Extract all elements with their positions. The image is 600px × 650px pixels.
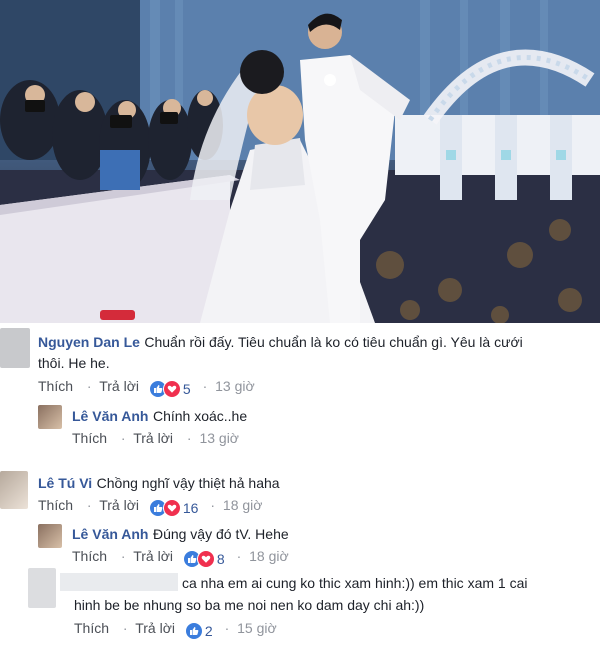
- avatar[interactable]: [0, 328, 30, 368]
- separator: ·: [120, 430, 126, 446]
- separator: ·: [210, 497, 216, 513]
- separator: ·: [86, 378, 92, 394]
- like-link[interactable]: Thích: [74, 620, 109, 636]
- love-reaction-icon: [162, 499, 181, 517]
- separator: ·: [224, 620, 230, 636]
- comment-text: Đúng vậy đó tV. Hehe: [152, 526, 289, 542]
- commenter-name[interactable]: Lê Văn Anh: [72, 526, 149, 542]
- like-link[interactable]: Thích: [72, 430, 107, 446]
- avatar[interactable]: [0, 471, 28, 509]
- wedding-photo-illustration: [0, 0, 600, 323]
- wedding-photo: [0, 0, 600, 323]
- like-link[interactable]: Thích: [38, 497, 73, 513]
- comment-timestamp[interactable]: 15 giờ: [237, 620, 277, 636]
- comment-actions: Thích · Trả lời · 13 giờ: [72, 429, 239, 447]
- separator: ·: [120, 548, 126, 564]
- reply-link[interactable]: Trả lời: [135, 620, 175, 636]
- separator: ·: [202, 378, 208, 394]
- comment-body: Lê Tú Vi Chồng nghĩ vậy thiệt hả haha: [38, 474, 280, 493]
- comment-thread: Nguyen Dan Le Chuẩn rồi đấy. Tiêu chuẩn …: [0, 323, 600, 650]
- comment-text: Chồng nghĩ vậy thiệt hả haha: [96, 475, 280, 491]
- comment-timestamp[interactable]: 13 giờ: [215, 378, 255, 394]
- comment-actions: Thích · Trả lời 2 · 15 giờ: [74, 619, 277, 640]
- reply-link[interactable]: Trả lời: [133, 548, 173, 564]
- comment-actions: Thích · Trả lời 5 · 13 giờ: [38, 377, 255, 398]
- reply-body: Lê Văn Anh Đúng vậy đó tV. Hehe: [72, 525, 289, 544]
- avatar[interactable]: [38, 524, 62, 548]
- love-reaction-icon: [196, 550, 215, 568]
- reaction-count: 8: [216, 551, 225, 567]
- redacted-name: [60, 573, 178, 591]
- comment-text: Chuẩn rồi đấy. Tiêu chuẩn là ko có tiêu …: [144, 334, 523, 350]
- comment-actions: Thích · Trả lời 16 · 18 giờ: [38, 496, 262, 517]
- comment-text: Chính xoác..he: [152, 408, 248, 424]
- comment-timestamp[interactable]: 13 giờ: [199, 430, 239, 446]
- comment-timestamp[interactable]: 18 giờ: [223, 497, 263, 513]
- reaction-count: 2: [204, 623, 213, 639]
- reply-link[interactable]: Trả lời: [99, 378, 139, 394]
- separator: ·: [86, 497, 92, 513]
- comment-text: ca nha em ai cung ko thic xam hinh:)) em…: [182, 575, 528, 591]
- reply-body: Lê Văn Anh Chính xoác..he: [72, 407, 247, 426]
- reply-link[interactable]: Trả lời: [99, 497, 139, 513]
- reactions[interactable]: 2: [184, 622, 213, 640]
- avatar[interactable]: [28, 568, 56, 608]
- separator: ·: [122, 620, 128, 636]
- like-reaction-icon: [184, 622, 203, 640]
- commenter-name[interactable]: Lê Tú Vi: [38, 475, 92, 491]
- reactions[interactable]: 8: [182, 550, 225, 568]
- comment-body: Nguyen Dan Le Chuẩn rồi đấy. Tiêu chuẩn …: [38, 333, 523, 352]
- reactions[interactable]: 5: [148, 380, 191, 398]
- comment-actions: Thích · Trả lời 8 · 18 giờ: [72, 547, 289, 568]
- commenter-name[interactable]: Nguyen Dan Le: [38, 334, 140, 350]
- avatar[interactable]: [38, 405, 62, 429]
- reply-link[interactable]: Trả lời: [133, 430, 173, 446]
- comment-timestamp[interactable]: 18 giờ: [249, 548, 289, 564]
- love-reaction-icon: [162, 380, 181, 398]
- like-link[interactable]: Thích: [72, 548, 107, 564]
- reaction-count: 16: [182, 500, 199, 516]
- reactions[interactable]: 16: [148, 499, 199, 517]
- like-link[interactable]: Thích: [38, 378, 73, 394]
- comment-text-continued: hinh be be nhung so ba me noi nen ko dam…: [74, 597, 425, 613]
- reaction-count: 5: [182, 381, 191, 397]
- commenter-name[interactable]: Lê Văn Anh: [72, 408, 149, 424]
- comment-text-continued: thôi. He he.: [38, 355, 110, 371]
- separator: ·: [236, 548, 242, 564]
- separator: ·: [186, 430, 192, 446]
